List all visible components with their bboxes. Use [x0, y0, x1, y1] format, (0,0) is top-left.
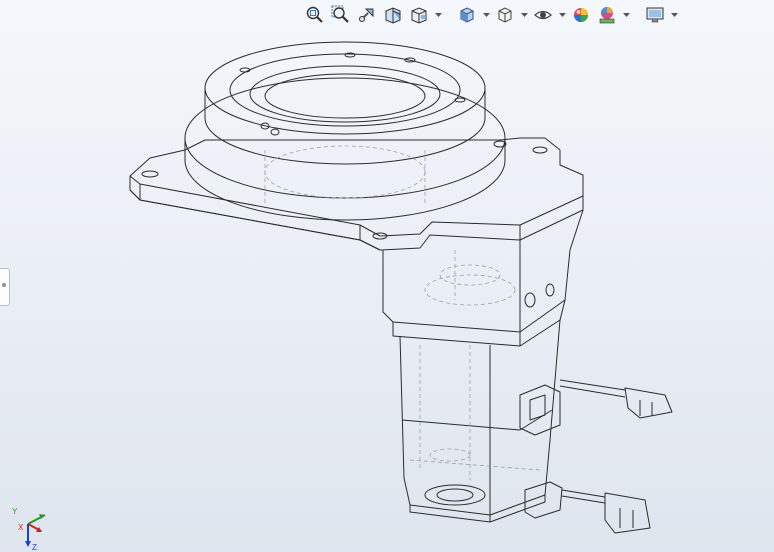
- hide-show-dropdown-arrow[interactable]: [558, 4, 566, 26]
- servo-motor-body: [399, 319, 561, 523]
- base-flange-plate: [129, 137, 584, 251]
- feature-manager-toggle-tab[interactable]: [0, 268, 10, 306]
- hide-show-items-button[interactable]: [532, 4, 554, 26]
- cube-orientation-icon: [460, 7, 474, 23]
- zoom-to-fit-button[interactable]: [304, 4, 326, 26]
- section-view-icon: [385, 7, 401, 24]
- x-axis-label: X: [18, 523, 24, 532]
- grip-dot-icon: [2, 283, 6, 287]
- magnifier-area-icon: [331, 5, 349, 23]
- annotation-view-icon: [411, 7, 427, 24]
- display-style-dropdown-arrow[interactable]: [520, 4, 528, 26]
- magnifier-fit-icon: [306, 6, 323, 23]
- zoom-to-area-button[interactable]: [330, 4, 352, 26]
- heads-up-view-toolbar: [304, 3, 678, 27]
- eye-icon: [534, 10, 552, 20]
- orientation-dropdown-arrow[interactable]: [482, 4, 490, 26]
- model-rotary-stage-assembly[interactable]: [0, 0, 774, 552]
- edit-appearance-button[interactable]: [570, 4, 592, 26]
- encoder-connector-upper: [519, 379, 673, 436]
- view-orientation-button[interactable]: [456, 4, 478, 26]
- previous-view-button[interactable]: [356, 4, 378, 26]
- chevron-down-icon: [622, 12, 630, 17]
- apply-scene-button[interactable]: [596, 4, 618, 26]
- monitor-icon: [646, 7, 664, 23]
- chevron-down-icon: [670, 12, 678, 17]
- scene-icon: [599, 7, 615, 24]
- turntable-upper-ring: [204, 41, 486, 165]
- gearbox-housing: [382, 209, 584, 347]
- graphics-area[interactable]: Y X Z: [0, 0, 774, 552]
- previous-view-icon: [359, 8, 374, 22]
- reference-triad: Y X Z: [12, 507, 46, 550]
- power-connector-lower: [524, 481, 651, 534]
- annotation-dropdown-arrow[interactable]: [434, 4, 442, 26]
- chevron-down-icon: [434, 12, 442, 17]
- y-axis-label: Y: [12, 507, 18, 516]
- scene-dropdown-arrow[interactable]: [622, 4, 630, 26]
- appearance-sphere-icon: [574, 8, 588, 22]
- display-style-button[interactable]: [494, 4, 516, 26]
- section-view-button[interactable]: [382, 4, 404, 26]
- dynamic-annotation-button[interactable]: [408, 4, 430, 26]
- view-settings-button[interactable]: [644, 4, 666, 26]
- z-axis-label: Z: [32, 543, 37, 550]
- chevron-down-icon: [558, 12, 566, 17]
- chevron-down-icon: [520, 12, 528, 17]
- display-style-icon: [498, 7, 512, 23]
- chevron-down-icon: [482, 12, 490, 17]
- view-settings-dropdown-arrow[interactable]: [670, 4, 678, 26]
